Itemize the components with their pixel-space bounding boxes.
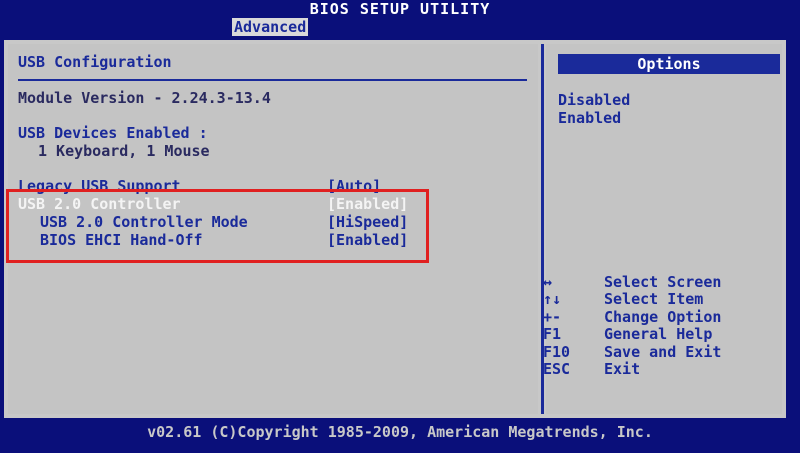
usb-devices-label: USB Devices Enabled :: [18, 124, 208, 142]
option-disabled[interactable]: Disabled: [558, 92, 630, 109]
section-divider: [18, 79, 527, 81]
change-option-key: +-: [543, 308, 562, 326]
bios-title: BIOS SETUP UTILITY: [309, 0, 491, 18]
bios-ehci-handoff-value[interactable]: [Enabled]: [327, 232, 408, 249]
option-enabled[interactable]: Enabled: [558, 110, 621, 127]
options-header: Options: [558, 54, 780, 74]
esc-key: ESC: [543, 360, 571, 378]
module-version: Module Version - 2.24.3-13.4: [18, 89, 271, 107]
section-title: USB Configuration: [18, 53, 172, 71]
usb-devices-value: 1 Keyboard, 1 Mouse: [38, 142, 210, 160]
help-exit: Exit: [604, 360, 641, 378]
bios-ehci-handoff-label[interactable]: BIOS EHCI Hand-Off: [40, 232, 203, 249]
help-select-item: Select Item: [604, 290, 704, 308]
legacy-usb-support-value[interactable]: [Auto]: [327, 178, 381, 195]
help-change-option: Change Option: [604, 308, 722, 326]
f10-key: F10: [543, 343, 571, 361]
usb2-controller-mode-label[interactable]: USB 2.0 Controller Mode: [40, 214, 248, 231]
help-save-and-exit: Save and Exit: [604, 343, 722, 361]
usb2-controller-value[interactable]: [Enabled]: [327, 196, 408, 213]
help-general-help: General Help: [604, 325, 713, 343]
select-item-key-icon: ↑↓: [543, 290, 562, 308]
select-screen-key-icon: ↔: [543, 273, 553, 291]
usb2-controller-label[interactable]: USB 2.0 Controller: [18, 196, 181, 213]
usb2-controller-mode-value[interactable]: [HiSpeed]: [327, 214, 408, 231]
legacy-usb-support-label[interactable]: Legacy USB Support: [18, 178, 181, 195]
footer-copyright: v02.61 (C)Copyright 1985-2009, American …: [0, 420, 800, 453]
tab-strip: Advanced: [0, 18, 800, 38]
help-select-screen: Select Screen: [604, 273, 722, 291]
f1-key: F1: [543, 325, 562, 343]
tab-advanced[interactable]: Advanced: [232, 18, 309, 36]
